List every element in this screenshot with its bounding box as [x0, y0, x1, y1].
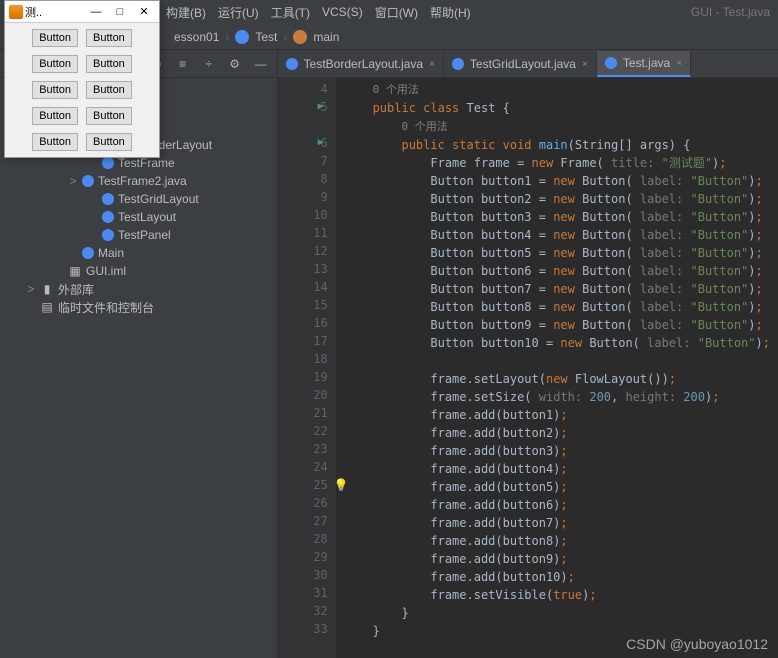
code-text[interactable]: 0 个用法 public class Test { 0 个用法 public s… — [336, 78, 778, 658]
awt-button[interactable]: Button — [86, 29, 132, 47]
awt-button[interactable]: Button — [32, 29, 78, 47]
editor-tabs: TestBorderLayout.java×TestGridLayout.jav… — [278, 50, 778, 78]
editor-tab[interactable]: TestBorderLayout.java× — [278, 51, 444, 77]
file-icon — [605, 57, 617, 69]
tree-item[interactable]: >▮外部库 — [0, 280, 277, 298]
java-icon — [82, 175, 94, 187]
awt-button[interactable]: Button — [32, 81, 78, 99]
tree-item[interactable]: TestPanel — [0, 226, 277, 244]
awt-button[interactable]: Button — [86, 55, 132, 73]
tree-item[interactable]: TestGridLayout — [0, 190, 277, 208]
editor-tab[interactable]: TestGridLayout.java× — [444, 51, 597, 77]
maximize-button[interactable]: □ — [109, 3, 131, 21]
editor: TestBorderLayout.java×TestGridLayout.jav… — [278, 50, 778, 658]
close-icon[interactable]: × — [429, 59, 435, 70]
awt-button[interactable]: Button — [32, 55, 78, 73]
menu-run[interactable]: 运行(U) — [218, 4, 259, 21]
class-icon — [102, 193, 114, 205]
tree-item[interactable]: ▤临时文件和控制台 — [0, 298, 277, 316]
tree-item[interactable]: >TestFrame2.java — [0, 172, 277, 190]
awt-button[interactable]: Button — [32, 133, 78, 151]
awt-button[interactable]: Button — [86, 81, 132, 99]
java-window-title: 测.. — [25, 4, 42, 20]
awt-button[interactable]: Button — [86, 133, 132, 151]
class-icon — [102, 211, 114, 223]
tree-item[interactable]: ▦GUI.iml — [0, 262, 277, 280]
menu-help[interactable]: 帮助(H) — [430, 4, 471, 21]
chevron-right-icon: › — [225, 30, 229, 44]
hide-icon[interactable]: — — [253, 56, 269, 72]
breadcrumb-item[interactable]: esson01 — [174, 30, 219, 44]
iml-icon: ▦ — [68, 264, 82, 278]
tree-item[interactable]: Main — [0, 244, 277, 262]
gutter: 45▶6▶78910111213141516171819202122232425… — [278, 78, 336, 658]
close-button[interactable]: ✕ — [133, 3, 155, 21]
menu-build[interactable]: 构建(B) — [166, 4, 206, 21]
collapse-icon[interactable]: ≡ — [175, 56, 191, 72]
class-icon — [102, 157, 114, 169]
scratch-icon: ▤ — [40, 300, 54, 314]
lib-icon: ▮ — [40, 282, 54, 296]
minimize-button[interactable]: — — [85, 3, 107, 21]
java-body: Button Button Button Button Button Button Butt… — [5, 23, 159, 157]
class-icon — [82, 247, 94, 259]
expand-icon[interactable]: ÷ — [201, 56, 217, 72]
breadcrumb-item[interactable]: main — [313, 30, 339, 44]
chevron-right-icon: › — [283, 30, 287, 44]
java-app-window[interactable]: 测.. — □ ✕ ButtonButtonButtonButtonButton… — [4, 0, 160, 158]
awt-button[interactable]: Button — [86, 107, 132, 125]
close-icon[interactable]: × — [676, 58, 682, 69]
file-icon — [452, 58, 464, 70]
menu-tools[interactable]: 工具(T) — [271, 4, 310, 21]
class-icon — [102, 229, 114, 241]
watermark: CSDN @yuboyao1012 — [626, 636, 768, 652]
close-icon[interactable]: × — [582, 59, 588, 70]
editor-tab[interactable]: Test.java× — [597, 51, 691, 77]
class-icon — [235, 30, 249, 44]
gear-icon[interactable]: ⚙ — [227, 56, 243, 72]
menu-window[interactable]: 窗口(W) — [375, 4, 418, 21]
method-icon — [293, 30, 307, 44]
java-titlebar[interactable]: 测.. — □ ✕ — [5, 1, 159, 23]
java-icon — [9, 5, 23, 19]
ide-title: GUI - Test.java — [691, 5, 770, 19]
tree-item[interactable]: TestLayout — [0, 208, 277, 226]
breadcrumb-item[interactable]: Test — [255, 30, 277, 44]
awt-button[interactable]: Button — [32, 107, 78, 125]
file-icon — [286, 58, 298, 70]
menu-vcs[interactable]: VCS(S) — [322, 5, 363, 19]
